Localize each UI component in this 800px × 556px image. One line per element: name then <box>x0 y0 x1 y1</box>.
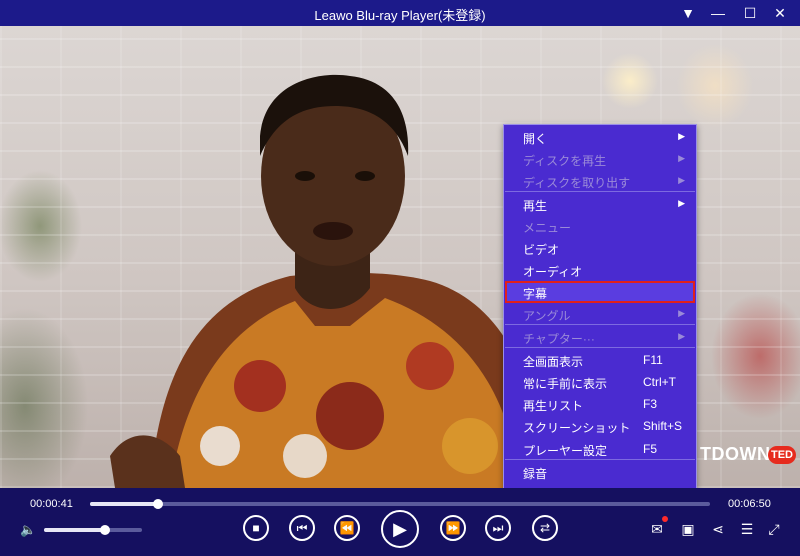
menu-item-11[interactable]: 常に手前に表示 Ctrl+T <box>505 371 695 393</box>
close-button[interactable]: ✕ <box>770 3 790 23</box>
menu-item-label: ビデオ <box>523 243 560 257</box>
menu-item-shortcut: Shift+S <box>643 419 683 433</box>
previous-button[interactable]: ⏮ <box>289 515 315 541</box>
menu-item-shortcut: Ctrl+T <box>643 375 676 389</box>
seek-bar[interactable] <box>90 499 710 509</box>
screenshot-icon[interactable]: ▣ <box>679 521 697 538</box>
menu-item-2: ディスクを取り出す ▶ <box>505 170 695 192</box>
submenu-arrow-icon: ▶ <box>678 198 685 208</box>
menu-item-8: アングル ▶ <box>505 303 695 325</box>
menu-item-label: メニュー <box>523 221 572 235</box>
current-time: 00:00:41 <box>30 498 73 510</box>
menu-item-label: 全画面表示 <box>523 355 584 369</box>
share-icon[interactable]: ⋖ <box>709 521 727 538</box>
menu-item-label: プレーヤー設定 <box>523 444 608 458</box>
menu-item-label: 常に手前に表示 <box>523 377 608 391</box>
message-icon[interactable]: ✉ <box>648 521 666 538</box>
speaker-figure <box>110 74 545 488</box>
fast-forward-button[interactable]: ⏩ <box>440 515 466 541</box>
menu-item-14[interactable]: プレーヤー設定 F5 <box>505 438 695 460</box>
minimize-button[interactable]: — <box>708 3 728 23</box>
menu-item-label: オーディオ <box>523 265 583 279</box>
playlist-icon[interactable]: ☰ <box>738 521 756 538</box>
menu-item-label: 字幕 <box>523 287 548 301</box>
menu-item-7[interactable]: 字幕 <box>505 281 695 303</box>
menu-item-shortcut: F3 <box>643 397 658 411</box>
fullscreen-icon[interactable]: ⤢ <box>765 521 783 538</box>
menu-separator <box>505 191 695 192</box>
rewind-button[interactable]: ⏪ <box>334 515 360 541</box>
title-bar: Leawo Blu-ray Player(未登録) ▼ — ☐ ✕ <box>0 0 800 26</box>
menu-separator <box>505 324 695 325</box>
volume-handle[interactable] <box>99 525 110 535</box>
submenu-arrow-icon: ▶ <box>678 308 685 318</box>
menu-item-10[interactable]: 全画面表示 F11 <box>505 349 695 371</box>
menu-item-13[interactable]: スクリーンショット Shift+S <box>505 415 695 437</box>
submenu-arrow-icon: ▶ <box>678 175 685 185</box>
play-button[interactable]: ▶ <box>381 510 419 548</box>
menu-item-label: ディスクを再生 <box>523 154 607 168</box>
seek-progress <box>90 502 158 506</box>
menu-item-label: 録音 <box>523 467 548 481</box>
menu-item-9: チャプター··· ▶ <box>505 326 695 348</box>
submenu-arrow-icon: ▶ <box>678 131 685 141</box>
total-time: 00:06:50 <box>728 498 771 510</box>
menu-item-6[interactable]: オーディオ <box>505 259 695 281</box>
menu-item-label: 再生リスト <box>523 399 584 413</box>
maximize-button[interactable]: ☐ <box>740 3 760 23</box>
menu-item-label: チャプター··· <box>523 332 595 346</box>
menu-dropdown-button[interactable]: ▼ <box>678 3 698 23</box>
loop-button[interactable]: ⇄ <box>532 515 558 541</box>
menu-separator <box>505 347 695 348</box>
menu-item-12[interactable]: 再生リスト F3 <box>505 393 695 415</box>
stop-button[interactable]: ■ <box>243 515 269 541</box>
ted-logo: TED <box>768 446 796 464</box>
menu-item-shortcut: F5 <box>643 442 658 456</box>
menu-separator <box>505 459 695 460</box>
submenu-arrow-icon: ▶ <box>678 331 685 341</box>
menu-item-label: スクリーンショット <box>523 421 631 435</box>
control-bar: 00:00:41 00:06:50 🔈 ■ ⏮ ⏪ ▶ ⏩ ⏭ ⇄ ✉ ▣ ⋖ … <box>0 488 800 556</box>
seek-handle[interactable] <box>152 499 163 509</box>
menu-item-4: メニュー <box>505 215 695 237</box>
next-button[interactable]: ⏭ <box>485 515 511 541</box>
menu-item-5[interactable]: ビデオ <box>505 237 695 259</box>
volume-icon[interactable]: 🔈 <box>20 522 36 538</box>
context-menu: 開く ▶ ディスクを再生 ▶ ディスクを取り出す ▶ 再生 ▶ メニュービデオオーディオ字幕アン… <box>503 124 697 512</box>
menu-item-3[interactable]: 再生 ▶ <box>505 193 695 215</box>
menu-item-0[interactable]: 開く ▶ <box>505 126 695 148</box>
menu-item-label: ディスクを取り出す <box>523 176 631 190</box>
menu-item-label: アングル <box>523 309 571 323</box>
ted-watermark-text: TDOWN <box>700 444 771 464</box>
menu-item-label: 開く <box>523 132 548 146</box>
submenu-arrow-icon: ▶ <box>678 153 685 163</box>
notification-dot <box>662 516 668 522</box>
volume-level <box>44 528 105 532</box>
menu-item-label: 再生 <box>523 199 548 213</box>
menu-item-shortcut: F11 <box>643 353 663 367</box>
menu-item-1: ディスクを再生 ▶ <box>505 148 695 170</box>
volume-slider[interactable] <box>44 525 142 535</box>
menu-item-15[interactable]: 録音 <box>505 461 695 483</box>
